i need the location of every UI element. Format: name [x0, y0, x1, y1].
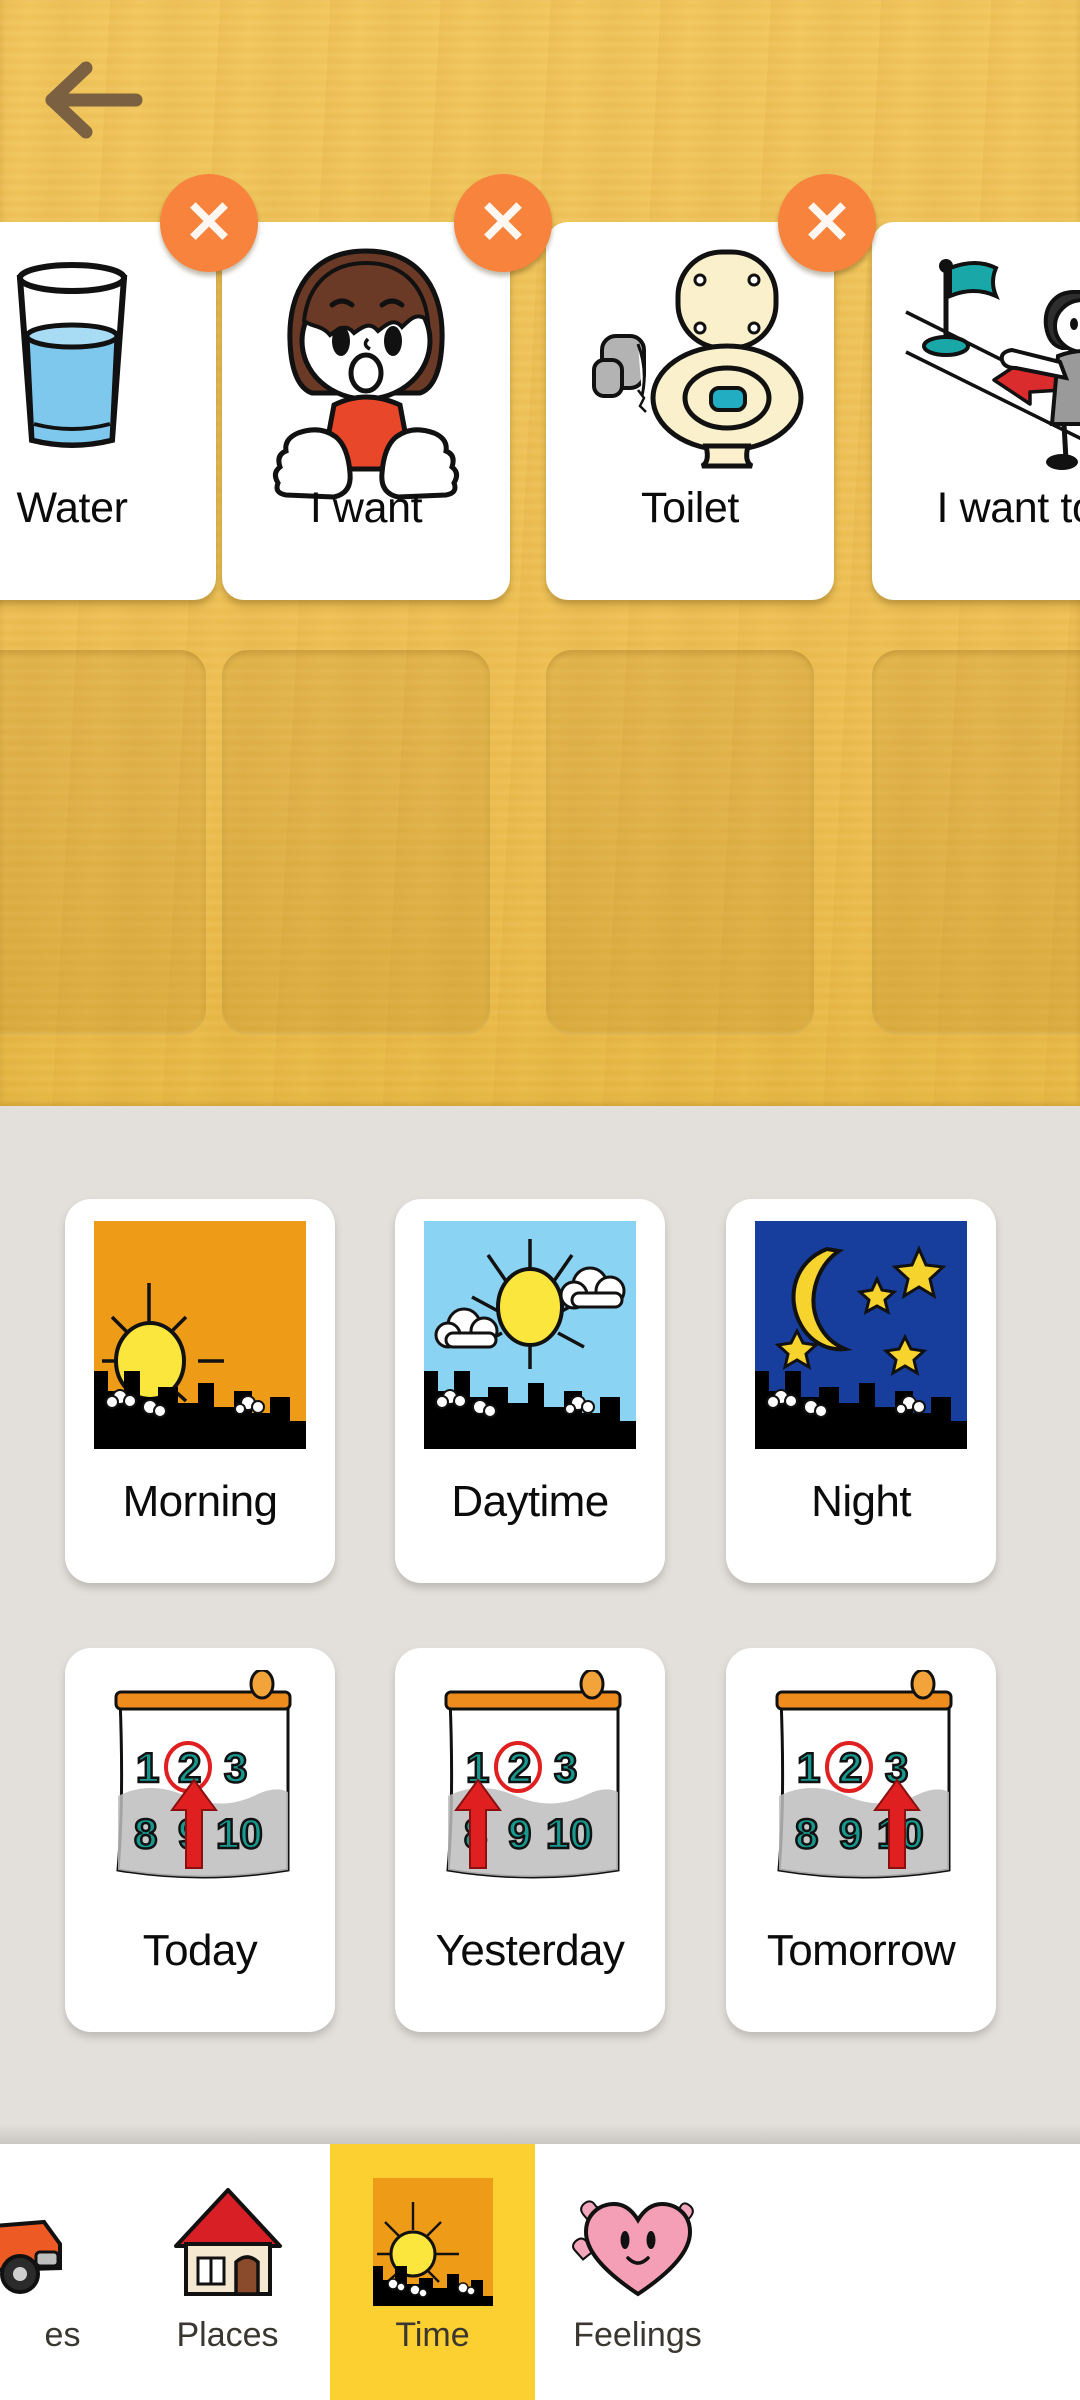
tile-daytime[interactable]: Daytime [395, 1199, 665, 1583]
back-button[interactable] [38, 52, 146, 148]
child-wanting-icon [222, 232, 510, 500]
sentence-card-label: I want to [936, 484, 1080, 532]
empty-slot[interactable] [0, 650, 206, 1035]
sentence-card-label: Water [16, 484, 128, 532]
sunrise-city-icon [363, 2172, 503, 2312]
close-glyph: ✕ [477, 189, 529, 256]
sentence-card-toilet[interactable]: Toilet ✕ [546, 174, 876, 600]
tile-label: Tomorrow [766, 1926, 956, 1975]
nav-tab-label: Places [176, 2316, 279, 2354]
nav-tab-places[interactable]: Places [125, 2144, 330, 2400]
tile-tomorrow[interactable]: 123 8910 Tomorrow [726, 1648, 996, 2032]
sentence-card-label: I want [309, 484, 423, 532]
svg-text:3: 3 [554, 1744, 577, 1791]
svg-text:9: 9 [508, 1810, 531, 1857]
svg-text:1: 1 [136, 1744, 159, 1791]
empty-slot[interactable] [872, 650, 1080, 1035]
svg-text:3: 3 [224, 1744, 247, 1791]
close-glyph: ✕ [183, 189, 235, 256]
nav-tab-time[interactable]: Time [330, 2144, 535, 2400]
category-content-area: Morning Daytime Night 1 2 3 8 10 Today 1… [0, 1106, 1080, 2114]
bottom-nav: es Places Time Feelings [0, 2144, 1080, 2400]
svg-text:8: 8 [795, 1810, 818, 1857]
heart-face-icon [568, 2172, 708, 2312]
tile-label: Daytime [451, 1477, 609, 1526]
sentence-card-label: Toilet [641, 484, 739, 532]
nav-tab-label: Time [395, 2316, 470, 2354]
tile-row-relative-day: 123 8910 Today [0, 1648, 1080, 2032]
svg-text:8: 8 [134, 1810, 157, 1857]
close-glyph: ✕ [801, 189, 853, 256]
tile-morning[interactable]: Morning [65, 1199, 335, 1583]
tile-label: Night [811, 1477, 911, 1526]
calendar-today-icon: 123 8910 [94, 1670, 306, 1898]
svg-text:2: 2 [508, 1744, 531, 1791]
calendar-tomorrow-icon: 123 8910 [755, 1670, 967, 1898]
sunrise-city-icon [94, 1221, 306, 1449]
sentence-card-water[interactable]: Water ✕ [0, 174, 258, 600]
nav-tab-label: Feelings [573, 2316, 702, 2354]
empty-slot-row [0, 650, 1080, 1035]
sun-clouds-city-icon [424, 1221, 636, 1449]
sentence-card-i-want-to[interactable]: I want to ✕ [872, 222, 1080, 600]
nav-tab-overflow [740, 2144, 1080, 2400]
tile-today[interactable]: 123 8910 Today [65, 1648, 335, 2032]
sentence-card-i-want[interactable]: I want ✕ [222, 174, 552, 600]
svg-text:9: 9 [839, 1810, 862, 1857]
house-icon [158, 2172, 298, 2312]
tile-label: Yesterday [435, 1926, 625, 1975]
communication-board-screen: Water ✕ I want ✕ Toilet ✕ I want to Morn… [0, 0, 1080, 2400]
calendar-yesterday-icon: 123 8910 [424, 1670, 636, 1898]
nav-tab-label: es [44, 2316, 81, 2354]
empty-slot[interactable] [546, 650, 814, 1035]
svg-text:10: 10 [546, 1810, 593, 1857]
close-icon[interactable]: ✕ [778, 174, 876, 272]
tile-night[interactable]: Night [726, 1199, 996, 1583]
tile-label: Morning [122, 1477, 278, 1526]
glass-of-water-icon [0, 232, 216, 480]
toilet-icon [546, 232, 834, 480]
nav-tab-vehicles[interactable]: es [0, 2144, 125, 2400]
empty-slot[interactable] [222, 650, 490, 1035]
tile-row-time-of-day: Morning Daytime Night [0, 1199, 1080, 1583]
person-pointing-flag-icon [872, 232, 1080, 480]
sentence-strip: Water ✕ I want ✕ Toilet ✕ I want to [0, 174, 1080, 600]
bottom-nav-shadow [0, 2124, 1080, 2146]
close-icon[interactable]: ✕ [454, 174, 552, 272]
nav-tab-feelings[interactable]: Feelings [535, 2144, 740, 2400]
svg-text:2: 2 [839, 1744, 862, 1791]
tile-label: Today [142, 1926, 258, 1975]
close-icon[interactable]: ✕ [160, 174, 258, 272]
moon-stars-city-icon [755, 1221, 967, 1449]
svg-text:1: 1 [797, 1744, 820, 1791]
vehicle-icon [0, 2172, 133, 2312]
tile-yesterday[interactable]: 123 8910 Yesterday [395, 1648, 665, 2032]
svg-text:10: 10 [216, 1810, 263, 1857]
arrow-left-icon [40, 58, 144, 142]
